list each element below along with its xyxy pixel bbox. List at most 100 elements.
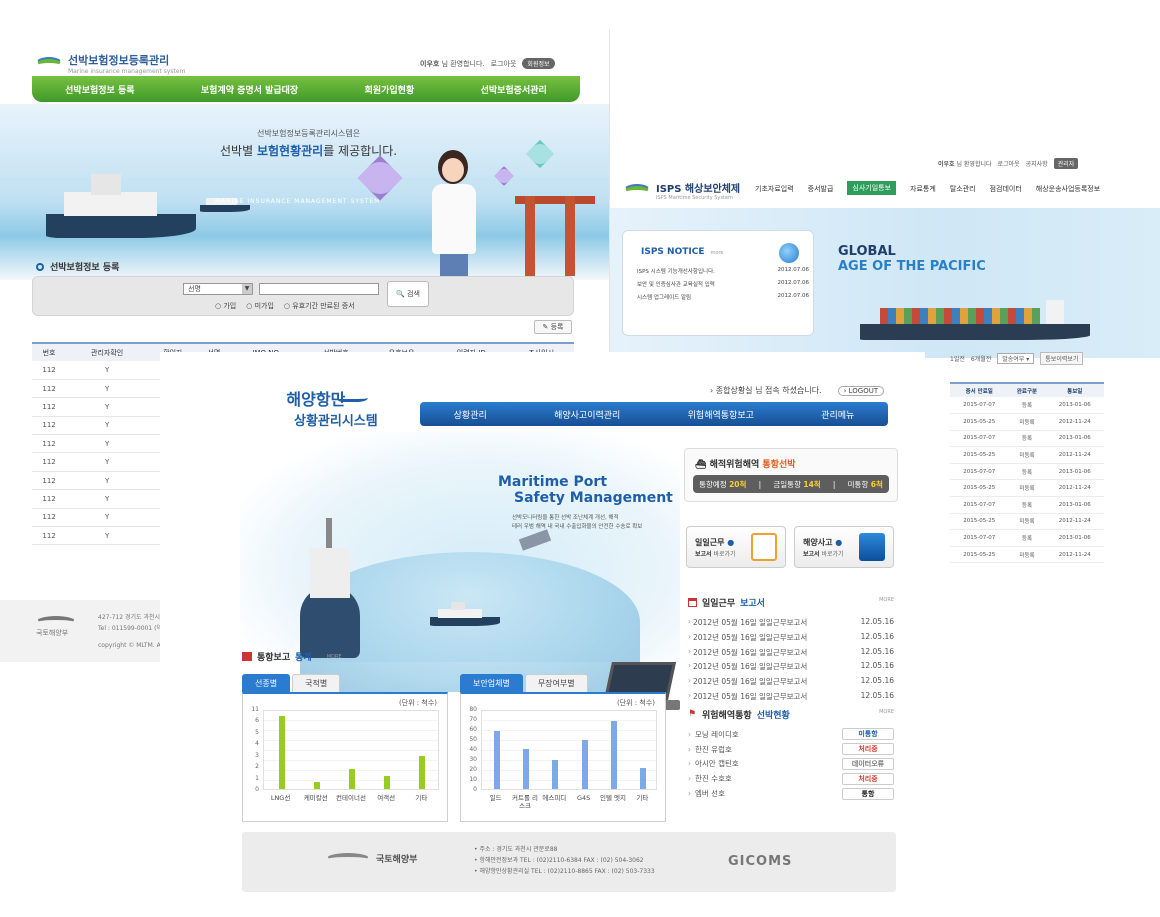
member-info-button[interactable]: 회원정보 xyxy=(522,58,555,69)
divider: | xyxy=(758,479,762,489)
table-row[interactable]: 2015-05-25 미등록 2012-11-24 xyxy=(950,413,1104,431)
notice-link[interactable]: 공지사항 xyxy=(1026,159,1048,168)
x-tick-label: 기타 xyxy=(636,794,649,802)
list-item[interactable]: 모닝 레이디호 미통항 xyxy=(688,727,894,742)
main-nav: 상황관리 해양사고이력관리 위험해역통항보고 관리메뉴 xyxy=(420,402,888,426)
logo-mark-icon xyxy=(36,56,62,71)
tab-ship-type[interactable]: 선종별 xyxy=(242,674,291,692)
nav-item[interactable]: 보험계약 증명서 발급대장 xyxy=(201,83,298,96)
bar[interactable] xyxy=(523,749,529,789)
nav-item[interactable]: 점검데이터 xyxy=(990,184,1022,195)
nav-item[interactable]: 탈소관리 xyxy=(950,184,976,195)
more-link[interactable]: MORE xyxy=(327,654,342,660)
list-item[interactable]: 한진 수호호 처리중 xyxy=(688,771,894,786)
count-today[interactable]: 금일통항 14척 xyxy=(773,479,820,490)
nav-item[interactable]: 증서발급 xyxy=(808,184,834,195)
filter-1day[interactable]: 1일전 xyxy=(950,354,965,363)
port-safety-logo[interactable]: 해양항만 상황관리시스템 xyxy=(254,386,377,429)
table-cell: 미등록 xyxy=(1008,446,1046,464)
notice-item[interactable]: 시스템 업그레이드 알림 2012.07.06 xyxy=(637,293,809,306)
nav-item[interactable]: 해양사고이력관리 xyxy=(554,408,620,421)
list-item[interactable]: 한진 유럽호 처리중 xyxy=(688,742,894,757)
logout-button[interactable]: › LOGOUT xyxy=(837,385,885,396)
tab-nationality[interactable]: 국적별 xyxy=(292,674,341,692)
admin-button[interactable]: 관리자 xyxy=(1053,158,1079,169)
pirate-zone-counts: 통항예정 20척 | 금일통항 14척 | 미통항 6척 xyxy=(693,475,889,493)
radio-joined[interactable]: ○ 가입 xyxy=(215,301,236,311)
table-row[interactable]: 2015-07-07 등록 2013-01-06 xyxy=(950,529,1104,547)
plot-area xyxy=(481,710,657,790)
filter-6months[interactable]: 6개월전 xyxy=(971,354,991,363)
list-item[interactable]: 엠버 선호 통항 xyxy=(688,786,894,801)
table-row[interactable]: 2015-05-25 미등록 2012-11-24 xyxy=(950,513,1104,531)
bar[interactable] xyxy=(611,721,617,789)
register-button[interactable]: ✎ 등록 xyxy=(534,320,572,334)
list-item[interactable]: 2012년 05월 16일 일일근무보고서 12.05.16 xyxy=(688,661,894,676)
table-cell: 2015-05-25 xyxy=(950,446,1009,464)
notice-date: 2012.07.06 xyxy=(777,267,810,273)
bar[interactable] xyxy=(419,755,426,789)
accident-report-shortcut[interactable]: 해양사고 ● 보고서 바로가기 xyxy=(794,526,894,568)
daily-report-shortcut[interactable]: 일일근무 ● 보고서 바로가기 xyxy=(686,526,786,568)
table-cell: 112 xyxy=(32,508,67,528)
bar[interactable] xyxy=(552,759,559,789)
nav-item[interactable]: 심사기일통보 xyxy=(847,181,897,195)
nav-item[interactable]: 자료통계 xyxy=(910,184,936,195)
bar[interactable] xyxy=(581,740,588,789)
search-type-select[interactable]: 선명 ▼ xyxy=(183,283,253,295)
notice-history-button[interactable]: 통보이력보기 xyxy=(1040,352,1084,365)
send-status-select[interactable]: 발송여부 ▾ xyxy=(997,353,1035,364)
ship-name: 한진 유럽호 xyxy=(695,744,732,754)
logout-link[interactable]: 로그아웃 xyxy=(998,159,1020,168)
insurance-logo[interactable]: 선박보험정보등록관리 Marine insurance management s… xyxy=(36,52,185,75)
globe-icon xyxy=(779,243,799,263)
bar[interactable] xyxy=(640,768,647,789)
count-not-passed[interactable]: 미통항 6척 xyxy=(848,479,883,490)
list-item[interactable]: 2012년 05월 16일 일일근무보고서 12.05.16 xyxy=(688,647,894,662)
radio-not-joined[interactable]: ○ 미가입 xyxy=(246,301,274,311)
nav-item[interactable]: 상황관리 xyxy=(454,408,487,421)
tab-armed[interactable]: 무장여부별 xyxy=(524,674,588,692)
notice-more-link[interactable]: more xyxy=(710,250,723,256)
list-item[interactable]: 아시안 캡틴호 데이터오류 xyxy=(688,757,894,772)
bar[interactable] xyxy=(313,782,320,789)
nav-item[interactable]: 해상운송사업등록정보 xyxy=(1036,184,1100,195)
table-row[interactable]: 2015-07-07 등록 2013-01-06 xyxy=(950,463,1104,481)
more-link[interactable]: MORE xyxy=(879,597,894,603)
notice-item[interactable]: ISPS 시스템 기능개선사항입니다. 2012.07.06 xyxy=(637,267,809,280)
isps-logo[interactable]: ISPS 해상보안체제 ISPS Maritime Security Syste… xyxy=(624,180,740,201)
notice-item[interactable]: 보안 및 인증심사관 교육실적 입력 2012.07.06 xyxy=(637,280,809,293)
nav-item[interactable]: 회원가입현황 xyxy=(365,83,415,96)
table-row[interactable]: 2015-05-25 미등록 2012-11-24 xyxy=(950,479,1104,498)
search-input[interactable] xyxy=(259,283,379,295)
radio-expired[interactable]: ○ 유효기간 만료된 증서 xyxy=(284,301,355,311)
table-row[interactable]: 2015-07-07 등록 2013-01-06 xyxy=(950,430,1104,448)
status-badge: 처리중 xyxy=(842,743,894,756)
y-tick-label: 0 xyxy=(255,786,259,793)
tab-security-company[interactable]: 보안업체별 xyxy=(460,674,523,692)
nav-item[interactable]: 관리메뉴 xyxy=(821,408,854,421)
nav-item[interactable]: 선박보험정보 등록 xyxy=(65,83,134,96)
nav-item[interactable]: 기초자료입력 xyxy=(755,184,794,195)
table-row[interactable]: 2015-07-07 등록 2013-01-06 xyxy=(950,496,1104,514)
search-button[interactable]: 🔍 검색 xyxy=(387,281,429,307)
table-row[interactable]: 2015-05-25 미등록 2012-11-24 xyxy=(950,546,1104,564)
list-item[interactable]: 2012년 05월 16일 일일근무보고서 12.05.16 xyxy=(688,691,894,706)
list-item[interactable]: 2012년 05월 16일 일일근무보고서 12.05.16 xyxy=(688,676,894,691)
table-cell: 2012-11-24 xyxy=(1045,546,1104,564)
list-item[interactable]: 2012년 05월 16일 일일근무보고서 12.05.16 xyxy=(688,617,894,632)
list-item[interactable]: 2012년 05월 16일 일일근무보고서 12.05.16 xyxy=(688,632,894,647)
table-row[interactable]: 2015-07-07 등록 2013-01-06 xyxy=(950,397,1104,415)
more-link[interactable]: MORE xyxy=(879,709,894,715)
bar[interactable] xyxy=(349,769,355,789)
table-row[interactable]: 2015-05-25 미등록 2012-11-24 xyxy=(950,446,1104,464)
nav-item[interactable]: 선박보험증서관리 xyxy=(481,83,547,96)
table-cell: 112 xyxy=(32,526,67,546)
bar[interactable] xyxy=(384,775,391,789)
bar[interactable] xyxy=(278,715,285,789)
logout-link[interactable]: 로그아웃 xyxy=(491,59,517,69)
nav-item[interactable]: 위험해역통항보고 xyxy=(688,408,754,421)
table-cell: 2012-11-24 xyxy=(1045,413,1104,431)
bar[interactable] xyxy=(493,730,500,789)
count-planned[interactable]: 통항예정 20척 xyxy=(699,479,746,490)
